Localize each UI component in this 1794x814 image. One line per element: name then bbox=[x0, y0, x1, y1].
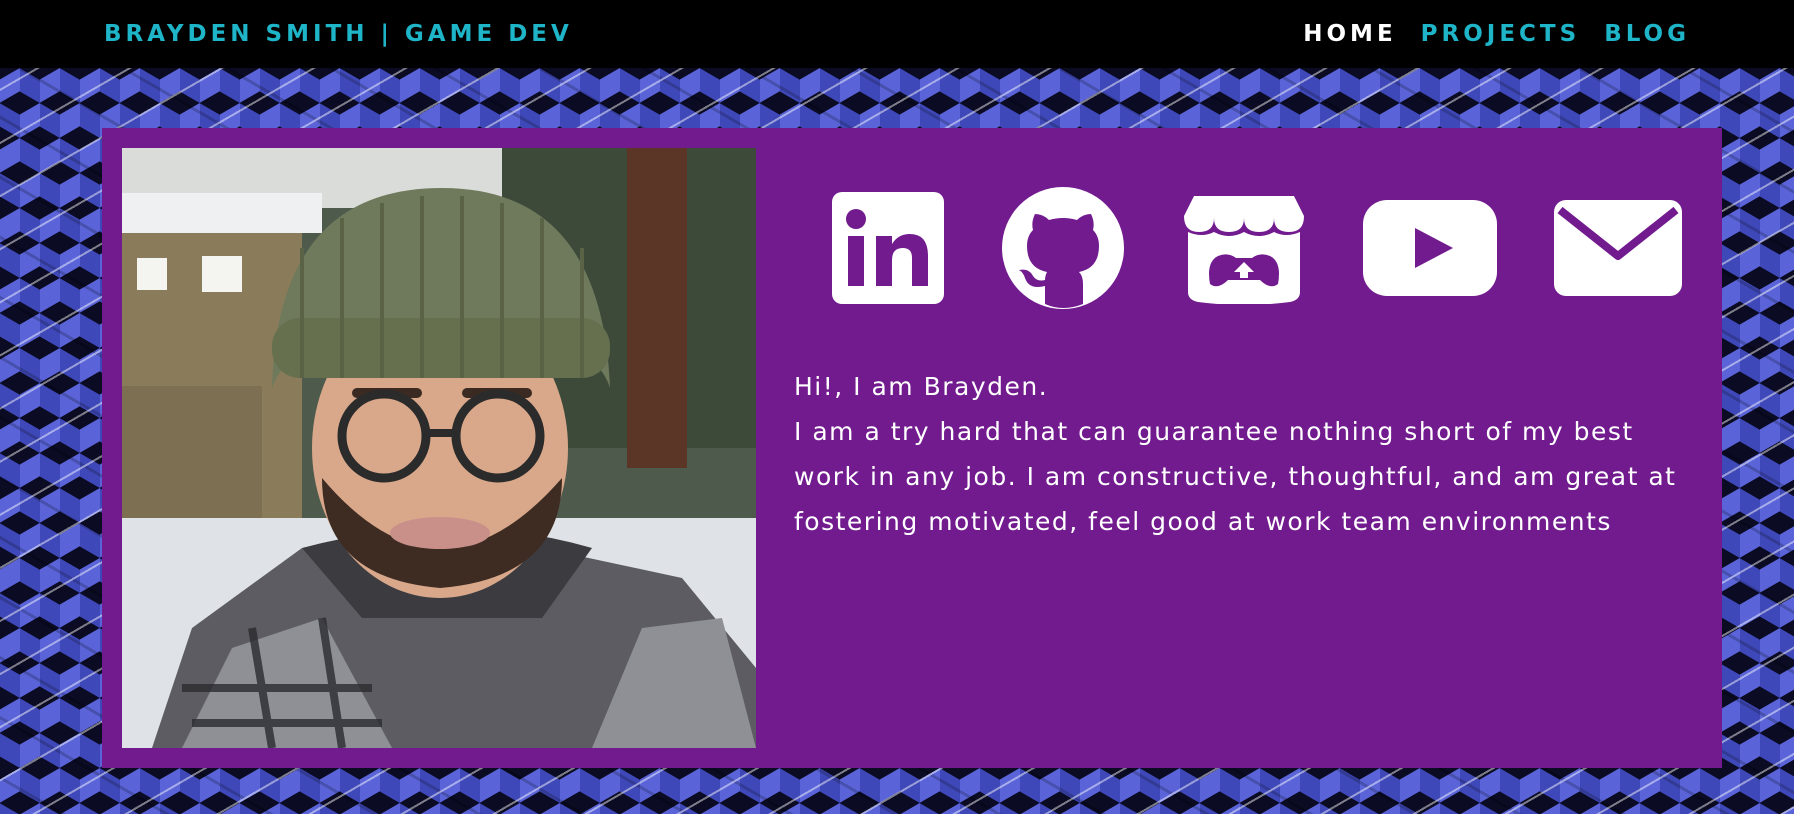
linkedin-icon[interactable] bbox=[832, 192, 944, 304]
profile-card: Hi!, I am Brayden. I am a try hard that … bbox=[102, 128, 1722, 768]
social-links bbox=[832, 183, 1682, 313]
profile-photo bbox=[122, 148, 756, 748]
bio-greeting: Hi!, I am Brayden. bbox=[794, 372, 1049, 401]
youtube-icon[interactable] bbox=[1363, 200, 1497, 296]
bio-body: I am a try hard that can guarantee nothi… bbox=[794, 417, 1677, 536]
itchio-icon[interactable] bbox=[1182, 192, 1306, 304]
site-brand[interactable]: Brayden Smith | Game Dev bbox=[104, 21, 573, 47]
top-navbar: Brayden Smith | Game Dev Home Projects B… bbox=[0, 0, 1794, 68]
email-icon[interactable] bbox=[1554, 200, 1682, 296]
nav-home-link[interactable]: Home bbox=[1303, 21, 1396, 47]
bio-text: Hi!, I am Brayden. I am a try hard that … bbox=[794, 364, 1694, 544]
nav-blog-link[interactable]: Blog bbox=[1604, 21, 1690, 47]
github-icon[interactable] bbox=[1001, 186, 1125, 310]
main-nav: Home Projects Blog bbox=[1303, 21, 1690, 47]
nav-projects-link[interactable]: Projects bbox=[1421, 21, 1581, 47]
